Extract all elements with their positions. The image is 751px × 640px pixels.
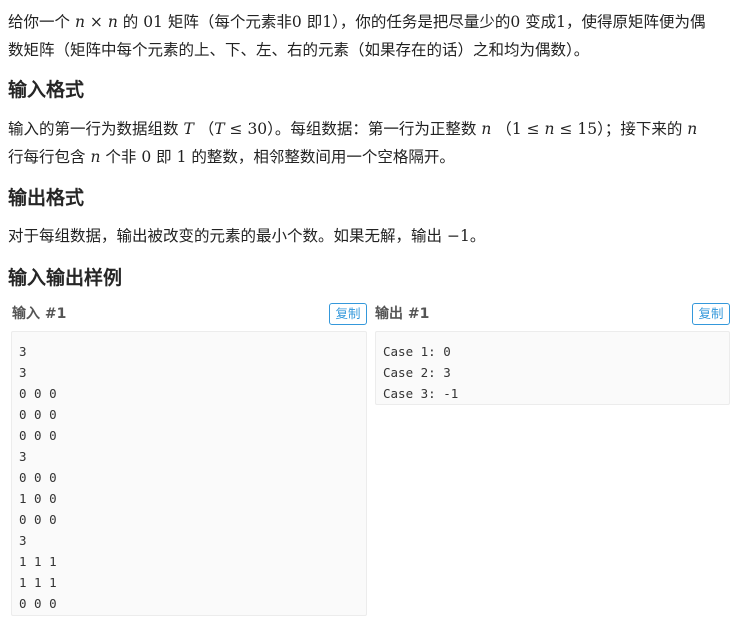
input-format-text: 输入的第一行为数据组数 T （T ≤ 30）。每组数据：第一行为正整数 n （1… [8, 115, 738, 171]
math-01: 01 [143, 13, 163, 31]
math-15: 15 [577, 120, 598, 138]
text: ，使得原矩阵便为偶 [566, 13, 706, 31]
math-n: n [687, 120, 698, 138]
text: 给你一个 [8, 13, 71, 31]
math-1: 1 [511, 120, 522, 138]
text: 输入的第一行为数据组数 [8, 120, 179, 138]
text: 的整数，相邻整数间用一个空格隔开。 [191, 148, 455, 166]
code-line: 0 0 0 [19, 386, 57, 401]
math-n: n [481, 120, 492, 138]
math-0: 0 [141, 148, 152, 166]
math-n: n [544, 120, 555, 138]
math-0: 0 [291, 13, 302, 31]
code-line: 1 1 1 [19, 575, 57, 590]
input-format-heading: 输入格式 [8, 79, 85, 101]
math-le: ≤ [224, 120, 248, 138]
output-sample-label: 输出 #1 [375, 306, 430, 322]
text: （ [496, 120, 512, 138]
text: 的 [122, 13, 139, 31]
math-1: 1 [322, 13, 333, 31]
problem-description: 给你一个 n × n 的 01 矩阵（每个元素非0 即1），你的任务是把尽量少的… [8, 8, 738, 64]
code-line: Case 1: 0 [383, 344, 451, 359]
math-n: n [74, 13, 85, 31]
problem-page: 给你一个 n × n 的 01 矩阵（每个元素非0 即1），你的任务是把尽量少的… [0, 0, 751, 640]
code-line: 1 0 0 [19, 491, 57, 506]
code-line: 0 0 0 [19, 512, 57, 527]
code-line: 3 [19, 449, 27, 464]
code-line: 0 0 0 [19, 470, 57, 485]
code-line: Case 2: 3 [383, 365, 451, 380]
text: 个非 [105, 148, 137, 166]
code-line: 0 0 0 [19, 596, 57, 611]
code-line: 3 [19, 365, 27, 380]
copy-output-button[interactable]: 复制 [692, 303, 730, 325]
text: 对于每组数据，输出被改变的元素的最小个数。如果无解，输出 [8, 227, 443, 245]
copy-input-button[interactable]: 复制 [329, 303, 367, 325]
code-line: 1 1 1 [19, 554, 57, 569]
code-line: Case 3: -1 [383, 386, 459, 401]
math-T: T [214, 120, 225, 138]
text: ）。每组数据：第一行为正整数 [267, 120, 477, 138]
math-1: 1 [556, 13, 567, 31]
output-format-heading: 输出格式 [8, 187, 85, 209]
math-neg1: −1 [446, 227, 470, 245]
math-n: n [90, 148, 101, 166]
text: ）；接下来的 [597, 120, 683, 138]
code-line: 3 [19, 533, 27, 548]
text: 。 [469, 227, 486, 245]
text: 行每行包含 [8, 148, 86, 166]
code-line: 0 0 0 [19, 407, 57, 422]
input-sample-box[interactable]: 3 3 0 0 0 0 0 0 0 0 0 3 0 0 0 1 0 0 0 0 0 3 1 1 1 1… [11, 331, 367, 616]
math-T: T [183, 120, 194, 138]
text: 变成 [525, 13, 557, 31]
math-le: ≤ [521, 120, 545, 138]
code-line: 0 0 0 [19, 428, 57, 443]
code-line: 3 [19, 344, 27, 359]
output-format-text: 对于每组数据，输出被改变的元素的最小个数。如果无解，输出 −1。 [8, 222, 738, 250]
text: 数矩阵（矩阵中每个元素的上、下、左、右的元素（如果存在的话）之和均为偶数）。 [8, 41, 590, 59]
math-n: n [107, 13, 118, 31]
text: ），你的任务是把尽量少的 [332, 13, 511, 31]
math-1: 1 [176, 148, 187, 166]
math-times: × [89, 13, 103, 31]
math-0: 0 [510, 13, 521, 31]
input-sample-label: 输入 #1 [12, 306, 67, 322]
text: 矩阵（每个元素非 [167, 13, 292, 31]
math-le: ≤ [554, 120, 578, 138]
output-sample-box[interactable]: Case 1: 0 Case 2: 3 Case 3: -1 [375, 331, 730, 405]
text: （ [198, 120, 215, 138]
math-30: 30 [247, 120, 268, 138]
text: 即 [306, 13, 323, 31]
text: 即 [156, 148, 172, 166]
samples-heading: 输入输出样例 [8, 267, 123, 289]
